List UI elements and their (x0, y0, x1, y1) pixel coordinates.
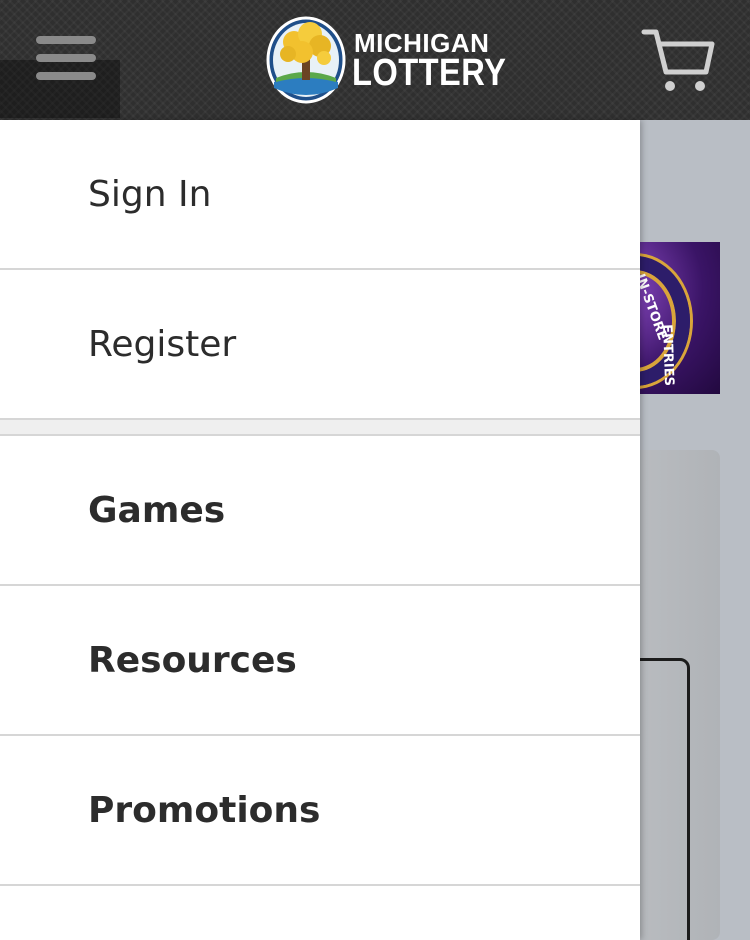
nav-item-promotions[interactable]: Promotions (0, 736, 640, 886)
shopping-cart-icon (641, 29, 715, 91)
nav-item-resources[interactable]: Resources (0, 586, 640, 736)
promo-text-entries: ENTRIES (659, 324, 677, 387)
top-header-bar: MICHIGAN LOTTERY (0, 0, 750, 120)
tree-emblem-icon (266, 16, 346, 104)
michigan-lottery-logo[interactable]: MICHIGAN LOTTERY (266, 16, 506, 104)
logo-text-lottery: LOTTERY (352, 52, 507, 94)
menu-button[interactable] (0, 0, 130, 120)
nav-item-games[interactable]: Games (0, 436, 640, 586)
cart-button[interactable] (640, 26, 716, 98)
register-link[interactable]: Register (0, 270, 640, 420)
hamburger-menu-icon (36, 36, 96, 80)
navigation-drawer: Sign In Register Games Resources Promoti… (0, 120, 640, 940)
sign-in-link[interactable]: Sign In (0, 120, 640, 270)
section-divider (0, 420, 640, 436)
